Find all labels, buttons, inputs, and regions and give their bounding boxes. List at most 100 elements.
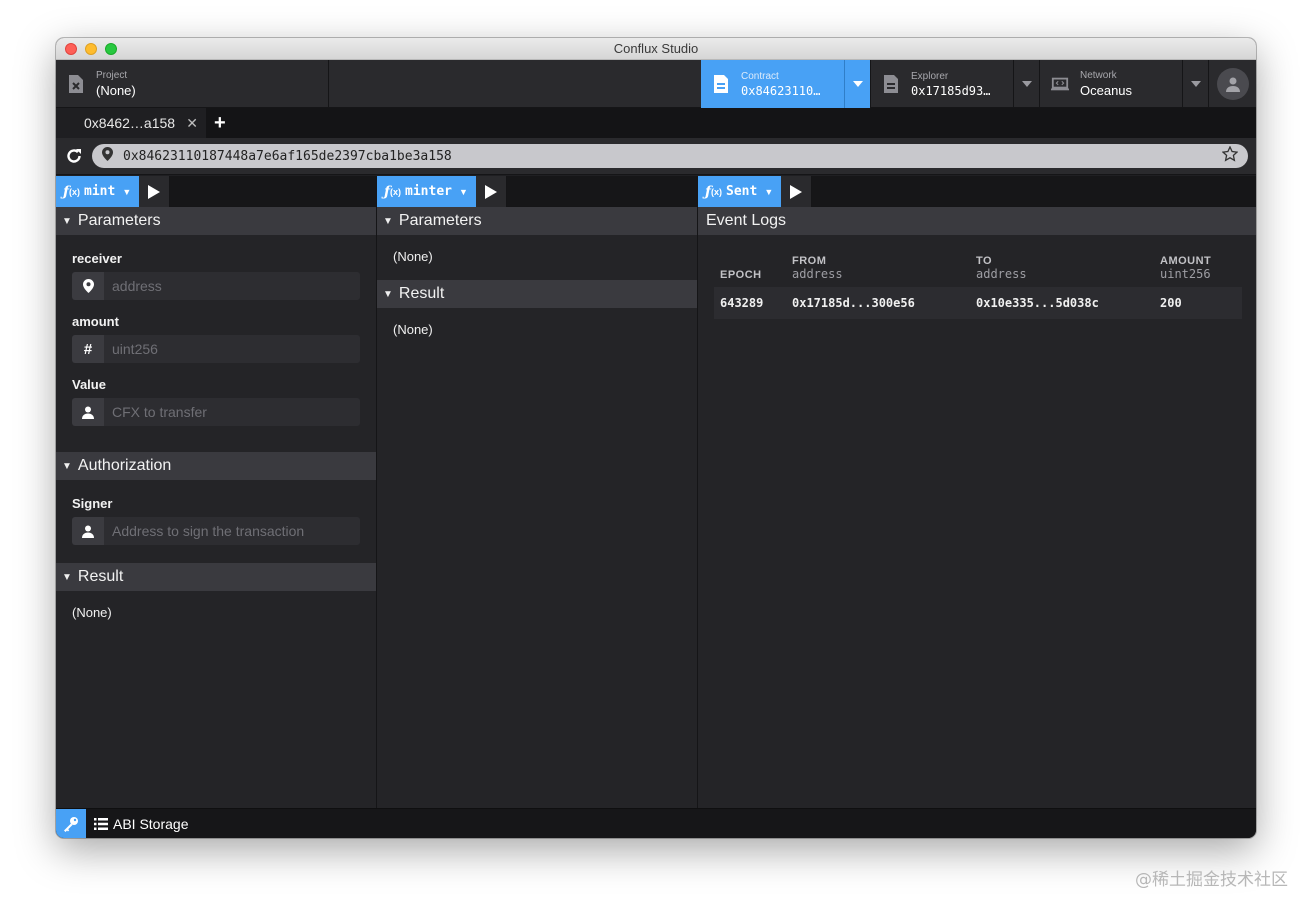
cell-epoch: 643289 — [714, 287, 786, 319]
reload-button[interactable] — [64, 146, 84, 166]
tab-bar: 0x8462…a158 ✕ + — [56, 108, 1256, 138]
nav-explorer[interactable]: Explorer 0x17185d93… — [870, 60, 1039, 108]
play-icon — [148, 184, 161, 199]
execute-button[interactable] — [139, 176, 171, 207]
window-controls — [65, 43, 117, 55]
nav-contract-label: Contract — [741, 70, 779, 82]
play-icon — [484, 184, 497, 199]
caret-down-icon: ▼ — [62, 215, 72, 227]
abi-storage-button[interactable]: ABI Storage — [94, 816, 189, 832]
avatar[interactable] — [1216, 67, 1249, 100]
user-icon — [72, 517, 104, 545]
nav-contract-value: 0x84623110… — [741, 83, 821, 98]
result-section-header[interactable]: ▼ Result — [56, 563, 376, 591]
event-logs-header: Event Logs — [698, 207, 1256, 235]
star-icon[interactable] — [1221, 144, 1239, 167]
key-icon — [64, 816, 78, 832]
tab-label: 0x8462…a158 — [84, 115, 176, 131]
chevron-down-icon: ▼ — [459, 186, 468, 197]
watermark: @稀土掘金技术社区 — [1135, 870, 1288, 890]
url-field[interactable]: 0x84623110187448a7e6af165de2397cba1be3a1… — [92, 144, 1248, 168]
explorer-icon — [882, 73, 900, 95]
nav-network[interactable]: Network Oceanus — [1039, 60, 1208, 108]
amount-field: # — [72, 335, 360, 363]
table-header-row: EPOCH FROM address TO address AMOUNT uint25… — [714, 247, 1242, 287]
project-x-icon — [67, 73, 85, 95]
parameters-section-header[interactable]: ▼ Parameters — [377, 207, 697, 235]
parameters-section-header[interactable]: ▼ Parameters — [56, 207, 376, 235]
column-header-epoch: EPOCH — [720, 269, 762, 281]
receiver-input[interactable] — [104, 272, 360, 300]
table-row[interactable]: 643289 0x17185d...300e56 0x10e335...5d03… — [714, 287, 1242, 319]
play-icon — [790, 184, 803, 199]
function-name: minter — [405, 184, 452, 199]
add-tab-button[interactable]: + — [214, 112, 226, 135]
network-icon — [1051, 73, 1069, 95]
contract-icon — [712, 73, 730, 95]
tab-contract[interactable]: 0x8462…a158 ✕ — [56, 108, 206, 138]
result-value: (None) — [72, 605, 112, 620]
url-text: 0x84623110187448a7e6af165de2397cba1be3a1… — [123, 148, 452, 164]
function-select-button[interactable]: ƒ (x) minter ▼ — [377, 176, 476, 207]
column-header-from: FROM address — [792, 255, 843, 281]
user-icon — [1225, 77, 1240, 92]
caret-down-icon: ▼ — [383, 215, 393, 227]
cell-to: 0x10e335...5d038c — [970, 287, 1154, 319]
authorization-section: Signer — [56, 480, 376, 563]
event-logs-table: EPOCH FROM address TO address AMOUNT uint25… — [714, 247, 1242, 319]
function-icon-suffix: (x) — [711, 186, 723, 197]
column-header-amount: AMOUNT uint256 — [1160, 255, 1212, 281]
section-title: Parameters — [77, 212, 161, 229]
execute-button[interactable] — [475, 176, 507, 207]
close-tab-icon[interactable]: ✕ — [186, 115, 198, 132]
pane-mint: ƒ (x) mint ▼ ▼ Parameters receiver addre… — [56, 176, 377, 808]
chevron-down-icon — [1021, 81, 1032, 87]
minimize-window-button[interactable] — [85, 43, 97, 55]
pane-toolbar: ƒ (x) Sent ▼ — [698, 176, 1256, 207]
nav-contract[interactable]: Contract 0x84623110… — [701, 60, 870, 108]
pane-sent: ƒ (x) Sent ▼ Event Logs EPOCH FROM addres… — [698, 176, 1256, 808]
pane-toolbar: ƒ (x) minter ▼ — [377, 176, 697, 207]
caret-down-icon: ▼ — [62, 571, 72, 583]
chevron-down-icon: ▼ — [122, 186, 132, 197]
user-icon — [72, 398, 104, 426]
nav-project-label: Project — [96, 69, 128, 81]
list-icon — [94, 817, 108, 830]
event-select-button[interactable]: ƒ (x) Sent ▼ — [698, 176, 782, 207]
section-title: Result — [398, 285, 445, 302]
nav-network-value: Oceanus — [1080, 83, 1133, 98]
value-label: Value — [72, 377, 106, 392]
network-dropdown-button[interactable] — [1182, 60, 1208, 108]
map-marker-icon — [72, 272, 104, 300]
result-section-header[interactable]: ▼ Result — [377, 280, 697, 308]
parameters-section: receiver amount # Value — [56, 235, 376, 452]
execute-button[interactable] — [781, 176, 813, 207]
section-title: Result — [77, 568, 124, 585]
signer-input[interactable] — [104, 517, 360, 545]
contract-dropdown-button[interactable] — [844, 60, 870, 108]
contract-panes: ƒ (x) mint ▼ ▼ Parameters receiver addre… — [56, 176, 1256, 808]
nav-explorer-label: Explorer — [911, 70, 949, 82]
amount-input[interactable] — [104, 335, 360, 363]
cell-from: 0x17185d...300e56 — [786, 287, 970, 319]
function-name: mint — [84, 184, 116, 199]
signer-label: Signer — [72, 496, 113, 511]
nav-project-value: (None) — [96, 82, 136, 98]
section-title: Parameters — [398, 212, 482, 229]
authorization-section-header[interactable]: ▼ Authorization — [56, 452, 376, 480]
pane-toolbar: ƒ (x) mint ▼ — [56, 176, 376, 207]
receiver-label: receiver — [72, 251, 122, 266]
close-window-button[interactable] — [65, 43, 77, 55]
zoom-window-button[interactable] — [105, 43, 117, 55]
pane-minter: ƒ (x) minter ▼ ▼ Parameters (None) ▼ Res… — [377, 176, 698, 808]
function-select-button[interactable]: ƒ (x) mint ▼ — [56, 176, 140, 207]
keypair-manager-button[interactable] — [56, 808, 86, 838]
section-title: Authorization — [77, 457, 172, 474]
section-title: Event Logs — [706, 212, 787, 229]
nav-project[interactable]: Project (None) — [56, 60, 329, 107]
explorer-dropdown-button[interactable] — [1013, 60, 1039, 108]
value-input[interactable] — [104, 398, 360, 426]
user-menu[interactable] — [1208, 60, 1256, 107]
result-value: (None) — [393, 322, 433, 337]
